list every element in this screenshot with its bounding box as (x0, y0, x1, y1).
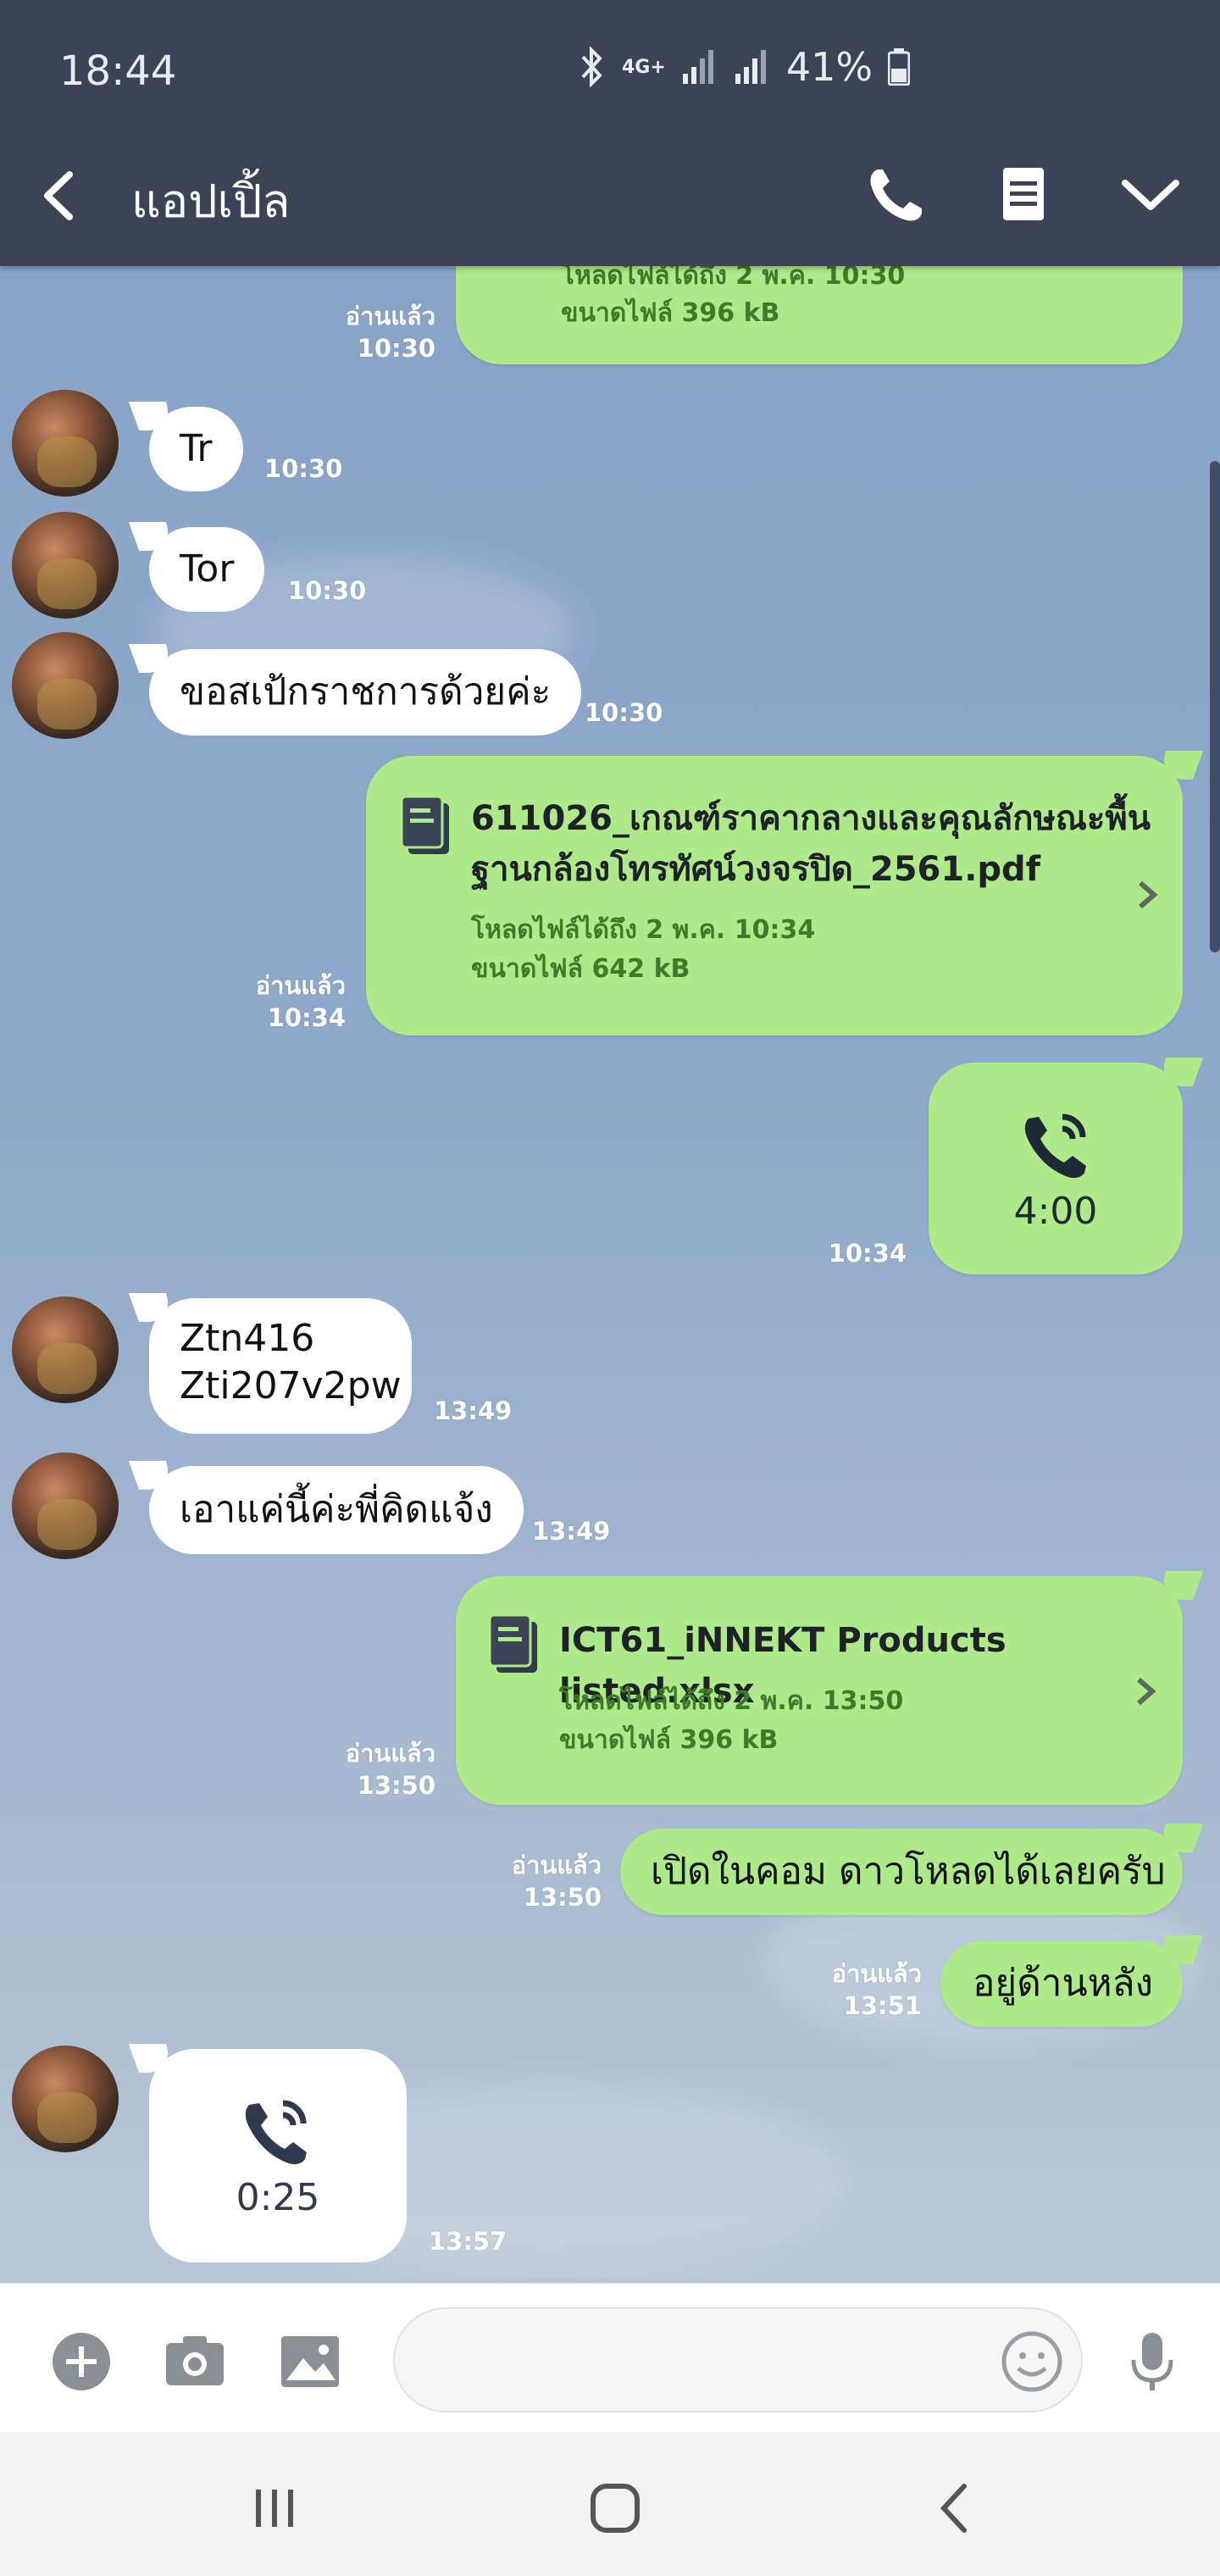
call-duration: 4:00 (1013, 1190, 1098, 1233)
message-time: 10:30 (288, 576, 367, 605)
chevron-down-icon[interactable] (1117, 161, 1184, 229)
battery-percent: 41% (785, 44, 873, 90)
bluetooth-icon (581, 47, 602, 87)
emoji-icon[interactable] (998, 2328, 1066, 2396)
avatar[interactable] (12, 1296, 119, 1403)
system-nav-bar (0, 2432, 1220, 2576)
scrollbar[interactable] (1210, 461, 1220, 952)
incoming-message-bubble[interactable]: Ztn416 Zti207v2pw (149, 1298, 412, 1434)
network-type: 4G+ (622, 56, 666, 78)
file-message-bubble[interactable]: 611026_เกณฑ์ราคากลางและคุณลักษณะพื้น ฐาน… (366, 756, 1183, 1035)
avatar[interactable] (12, 512, 119, 619)
call-message-bubble[interactable]: 0:25 (149, 2049, 407, 2262)
message-time: 10:34 (267, 1003, 346, 1032)
message-time: 13:57 (429, 2227, 507, 2256)
message-time: 10:30 (264, 454, 343, 483)
chevron-right-icon (1137, 1677, 1156, 1706)
file-message-bubble[interactable]: ICT61_iNNEKT Products listed.xlsx โหลดไฟ… (456, 1576, 1183, 1805)
message-text-line1: Ztn416 (180, 1317, 315, 1360)
phone-call-icon (1024, 1113, 1086, 1179)
message-text-line2: Zti207v2pw (180, 1364, 402, 1407)
avatar[interactable] (12, 632, 119, 739)
call-duration: 0:25 (236, 2176, 320, 2219)
battery-icon (888, 48, 911, 86)
file-size: ขนาดไฟล์ 396 kB (559, 1725, 779, 1755)
message-text: เอาแค่นี้ค่ะพี่คิดแจ้ง (180, 1488, 493, 1531)
incoming-message-bubble[interactable]: Tor (149, 527, 265, 612)
outgoing-message-bubble[interactable]: อยู่ด้านหลัง (940, 1940, 1183, 2027)
signal-icon (682, 50, 713, 84)
recent-apps-icon[interactable] (241, 2474, 308, 2542)
signal-icon-2 (735, 50, 766, 84)
message-time: 13:50 (357, 1771, 435, 1800)
plus-icon[interactable] (47, 2328, 115, 2396)
microphone-icon[interactable] (1118, 2328, 1186, 2396)
message-text: อยู่ด้านหลัง (973, 1962, 1154, 2005)
image-icon[interactable] (276, 2328, 344, 2396)
file-expiry: โหลดไฟล์ได้ถึง 2 พ.ค. 10:30 (561, 266, 906, 291)
read-receipt: อ่านแล้ว (345, 302, 435, 330)
incoming-message-bubble[interactable]: เอาแค่นี้ค่ะพี่คิดแจ้ง (149, 1466, 524, 1554)
message-time: 10:34 (828, 1239, 907, 1268)
status-time: 18:44 (59, 47, 177, 95)
chat-area[interactable]: โหลดไฟล์ได้ถึง 2 พ.ค. 10:30 ขนาดไฟล์ 396… (0, 266, 1220, 2283)
file-message-bubble[interactable]: โหลดไฟล์ได้ถึง 2 พ.ค. 10:30 ขนาดไฟล์ 396… (456, 266, 1183, 364)
message-time: 13:49 (532, 1517, 611, 1546)
file-size: ขนาดไฟล์ 642 kB (471, 954, 690, 984)
message-input-bar (0, 2283, 1220, 2433)
message-time: 13:50 (523, 1883, 602, 1912)
read-receipt: อ่านแล้ว (511, 1851, 602, 1879)
read-receipt: อ่านแล้ว (831, 1959, 922, 1988)
message-text: Tor (180, 547, 235, 591)
message-time: 13:49 (434, 1396, 513, 1425)
avatar[interactable] (12, 1452, 119, 1559)
message-text: ขอสเป้กราชการด้วยค่ะ (180, 670, 552, 713)
incoming-message-bubble[interactable]: Tr (149, 407, 243, 491)
back-icon[interactable] (922, 2474, 990, 2542)
chat-title: แอปเปิ้ล (131, 175, 291, 228)
file-expiry: โหลดไฟล์ได้ถึง 2 พ.ค. 10:34 (471, 915, 816, 945)
status-bar: 18:44 4G+ 41% (0, 0, 1220, 124)
read-receipt: อ่านแล้ว (255, 971, 346, 1000)
document-icon (488, 1613, 537, 1673)
message-input[interactable] (393, 2307, 1083, 2412)
phone-icon[interactable] (862, 161, 930, 229)
file-expiry: โหลดไฟล์ได้ถึง 2 พ.ค. 13:50 (559, 1686, 904, 1716)
chevron-right-icon (1139, 880, 1158, 909)
read-receipt: อ่านแล้ว (345, 1739, 435, 1768)
back-arrow-icon[interactable] (36, 168, 86, 224)
file-size: ขนาดไฟล์ 396 kB (561, 298, 780, 328)
message-text: Tr (180, 427, 213, 470)
file-name-line1: 611026_เกณฑ์ราคากลางและคุณลักษณะพื้น (471, 799, 1151, 838)
avatar[interactable] (12, 390, 119, 497)
call-message-bubble[interactable]: 4:00 (929, 1063, 1183, 1274)
camera-icon[interactable] (161, 2328, 229, 2396)
notes-icon[interactable] (990, 161, 1057, 229)
message-text: เปิดในคอม ดาวโหลดได้เลยครับ (651, 1850, 1166, 1893)
file-name-line2: ฐานกล้องโทรทัศน์วงจรปิด_2561.pdf (471, 850, 1041, 889)
outgoing-message-bubble[interactable]: เปิดในคอม ดาวโหลดได้เลยครับ (620, 1829, 1183, 1915)
message-time: 10:30 (357, 334, 435, 363)
message-time: 10:30 (585, 698, 663, 727)
document-icon (400, 795, 449, 854)
status-icons: 4G+ 41% (576, 44, 911, 90)
chat-header: แอปเปิ้ล (0, 124, 1220, 266)
incoming-message-bubble[interactable]: ขอสเป้กราชการด้วยค่ะ (149, 649, 582, 736)
message-time: 13:51 (843, 1991, 922, 2020)
avatar[interactable] (12, 2046, 119, 2152)
phone-call-icon (245, 2100, 307, 2165)
home-icon[interactable] (581, 2474, 649, 2542)
